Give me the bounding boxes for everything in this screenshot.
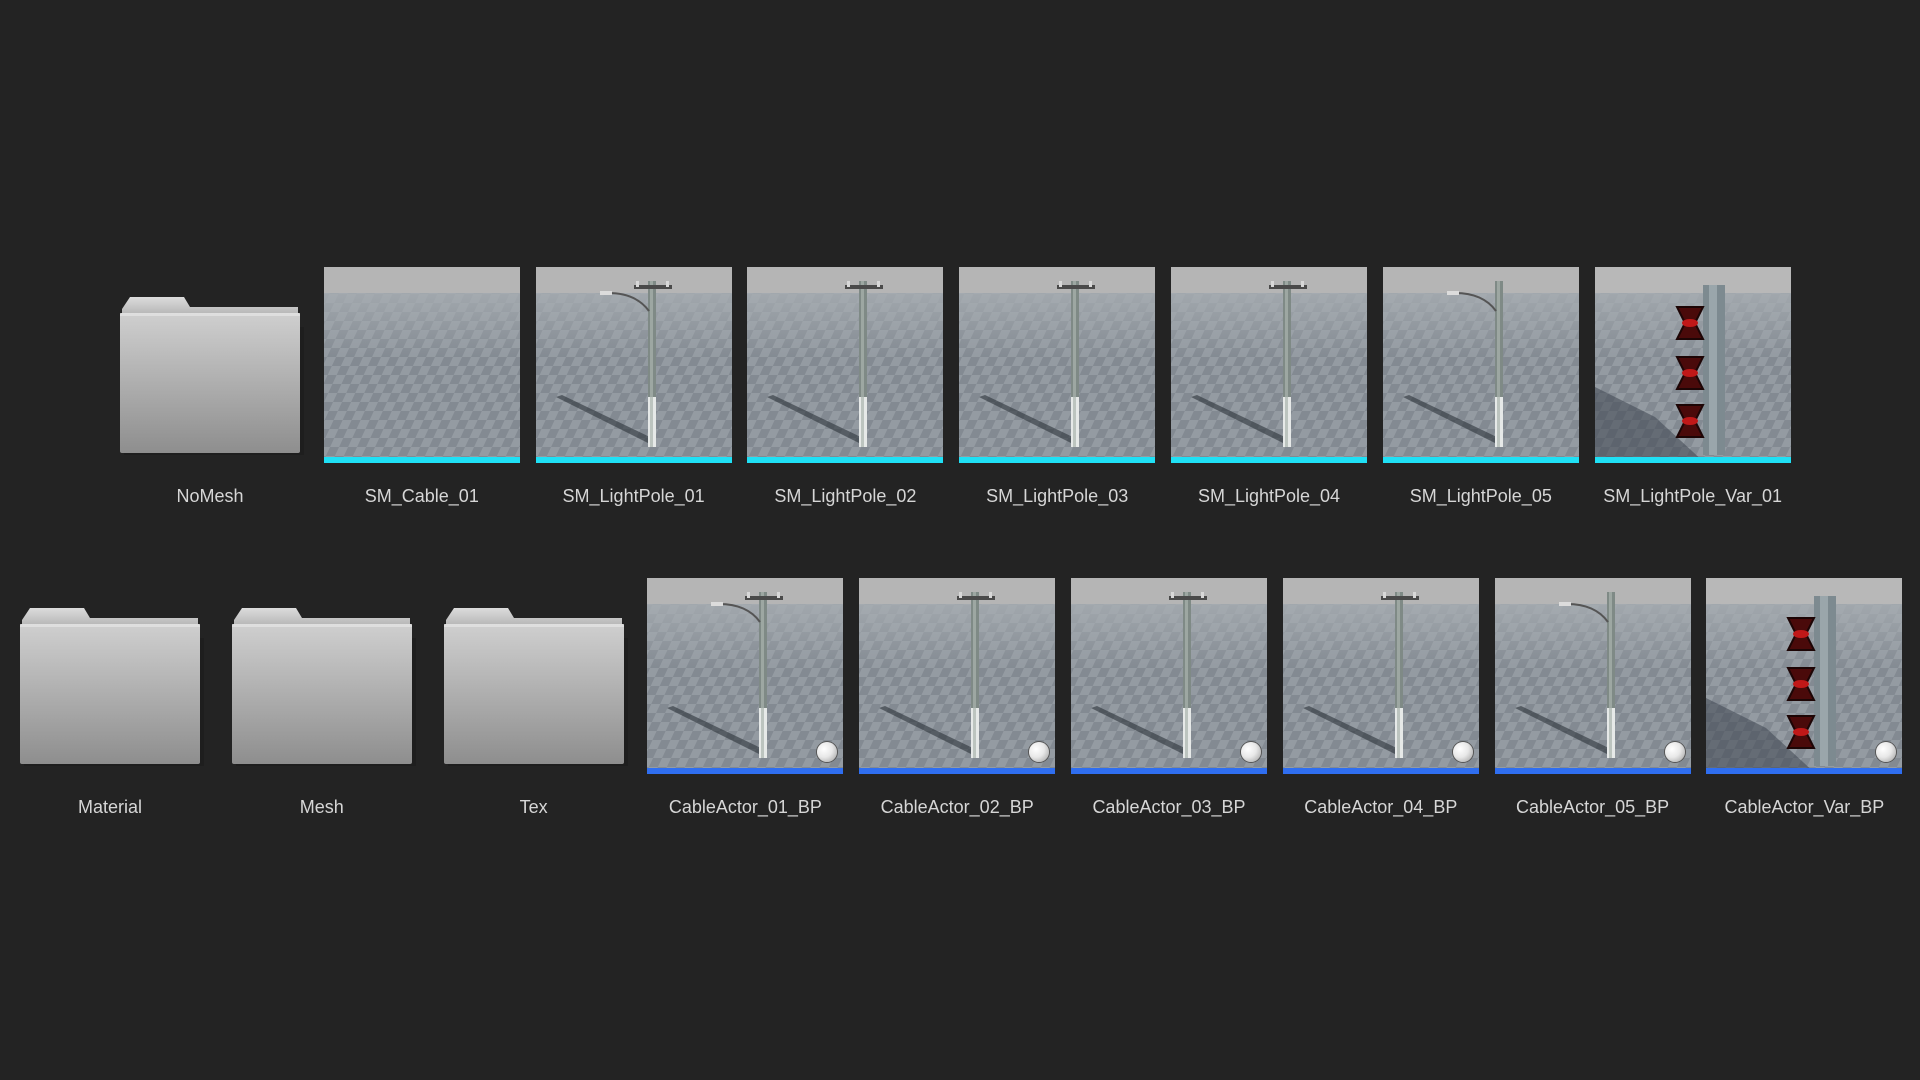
asset-type-bar [535,457,732,463]
folder-icon [443,608,628,766]
asset-sm-lightpole-03[interactable]: SM_LightPole_03 [959,267,1156,517]
static-mesh-thumbnail [535,267,732,463]
asset-label: CableActor_04_BP [1304,797,1458,817]
asset-type-bar [1494,768,1691,774]
asset-type-bar [647,768,844,774]
static-mesh-thumbnail [1594,267,1791,463]
asset-cableactor-03-bp[interactable]: CableActor_03_BP [1071,578,1267,828]
asset-label: CableActor_Var_BP [1724,797,1885,817]
asset-label: SM_LightPole_Var_01 [1603,486,1782,506]
folder-icon [20,608,204,766]
thumbnail-scene [535,267,732,463]
asset-label: SM_Cable_01 [364,486,479,506]
blueprint-thumbnail [1282,578,1479,774]
thumbnail-scene [959,267,1156,463]
blueprint-sphere-icon [1664,742,1685,762]
static-mesh-thumbnail [959,267,1156,463]
thumbnail-scene [323,267,520,463]
asset-type-bar [1382,457,1579,463]
asset-type-bar [747,457,944,463]
static-mesh-thumbnail [1382,267,1579,463]
folder-icon [120,297,304,455]
asset-label: SM_LightPole_03 [986,486,1129,506]
asset-label: CableActor_02_BP [880,797,1034,817]
static-mesh-thumbnail [1171,267,1367,463]
blueprint-sphere-icon [1452,742,1473,762]
asset-cableactor-02-bp[interactable]: CableActor_02_BP [859,578,1056,828]
asset-label: CableActor_05_BP [1516,797,1670,817]
asset-label: Mesh [299,797,344,817]
blueprint-thumbnail [859,578,1056,774]
asset-sm-lightpole-05[interactable]: SM_LightPole_05 [1382,267,1579,517]
static-mesh-thumbnail [747,267,944,463]
asset-type-bar [959,457,1156,463]
asset-type-bar [1706,768,1903,774]
asset-label: Material [77,797,143,817]
blueprint-thumbnail [647,578,844,774]
content-browser-grid: NoMesh SM_Cable_01 SM_LightPole_01 SM_Light… [0,0,1920,1080]
thumbnail-scene [1494,578,1691,774]
asset-type-bar [323,457,520,463]
folder-tex[interactable]: Tex [436,578,632,828]
asset-label: NoMesh [176,486,244,506]
thumbnail-scene [1706,578,1903,774]
asset-type-bar [859,768,1056,774]
asset-sm-lightpole-var-01[interactable]: SM_LightPole_Var_01 [1594,267,1791,517]
asset-cableactor-04-bp[interactable]: CableActor_04_BP [1282,578,1479,828]
folder-icon [231,608,416,766]
thumbnail-scene [859,578,1056,774]
asset-label: CableActor_03_BP [1092,797,1246,817]
blueprint-thumbnail [1706,578,1903,774]
thumbnail-scene [1071,578,1267,774]
asset-type-bar [1594,457,1791,463]
asset-sm-lightpole-04[interactable]: SM_LightPole_04 [1171,267,1367,517]
folder-material[interactable]: Material [12,578,208,828]
thumbnail-scene [1382,267,1579,463]
thumbnail-scene [1171,267,1367,463]
asset-cableactor-var-bp[interactable]: CableActor_Var_BP [1706,578,1903,828]
thumbnail-scene [1594,267,1791,463]
folder-mesh[interactable]: Mesh [224,578,420,828]
asset-cableactor-01-bp[interactable]: CableActor_01_BP [647,578,844,828]
asset-sm-cable-01[interactable]: SM_Cable_01 [323,267,520,517]
blueprint-thumbnail [1071,578,1267,774]
asset-label: SM_LightPole_05 [1409,486,1552,506]
blueprint-thumbnail [1494,578,1691,774]
asset-type-bar [1171,457,1367,463]
thumbnail-scene [1282,578,1479,774]
asset-sm-lightpole-02[interactable]: SM_LightPole_02 [747,267,944,517]
folder-nomesh[interactable]: NoMesh [112,267,308,517]
thumbnail-scene [647,578,844,774]
asset-cableactor-05-bp[interactable]: CableActor_05_BP [1494,578,1691,828]
asset-label: SM_LightPole_04 [1197,486,1341,506]
asset-sm-lightpole-01[interactable]: SM_LightPole_01 [535,267,732,517]
thumbnail-scene [747,267,944,463]
asset-label: SM_LightPole_02 [774,486,917,506]
static-mesh-thumbnail [323,267,520,463]
asset-label: CableActor_01_BP [668,797,822,817]
asset-label: Tex [519,797,548,817]
asset-type-bar [1071,768,1267,774]
blueprint-sphere-icon [1241,742,1261,762]
asset-type-bar [1282,768,1479,774]
asset-label: SM_LightPole_01 [562,486,705,506]
